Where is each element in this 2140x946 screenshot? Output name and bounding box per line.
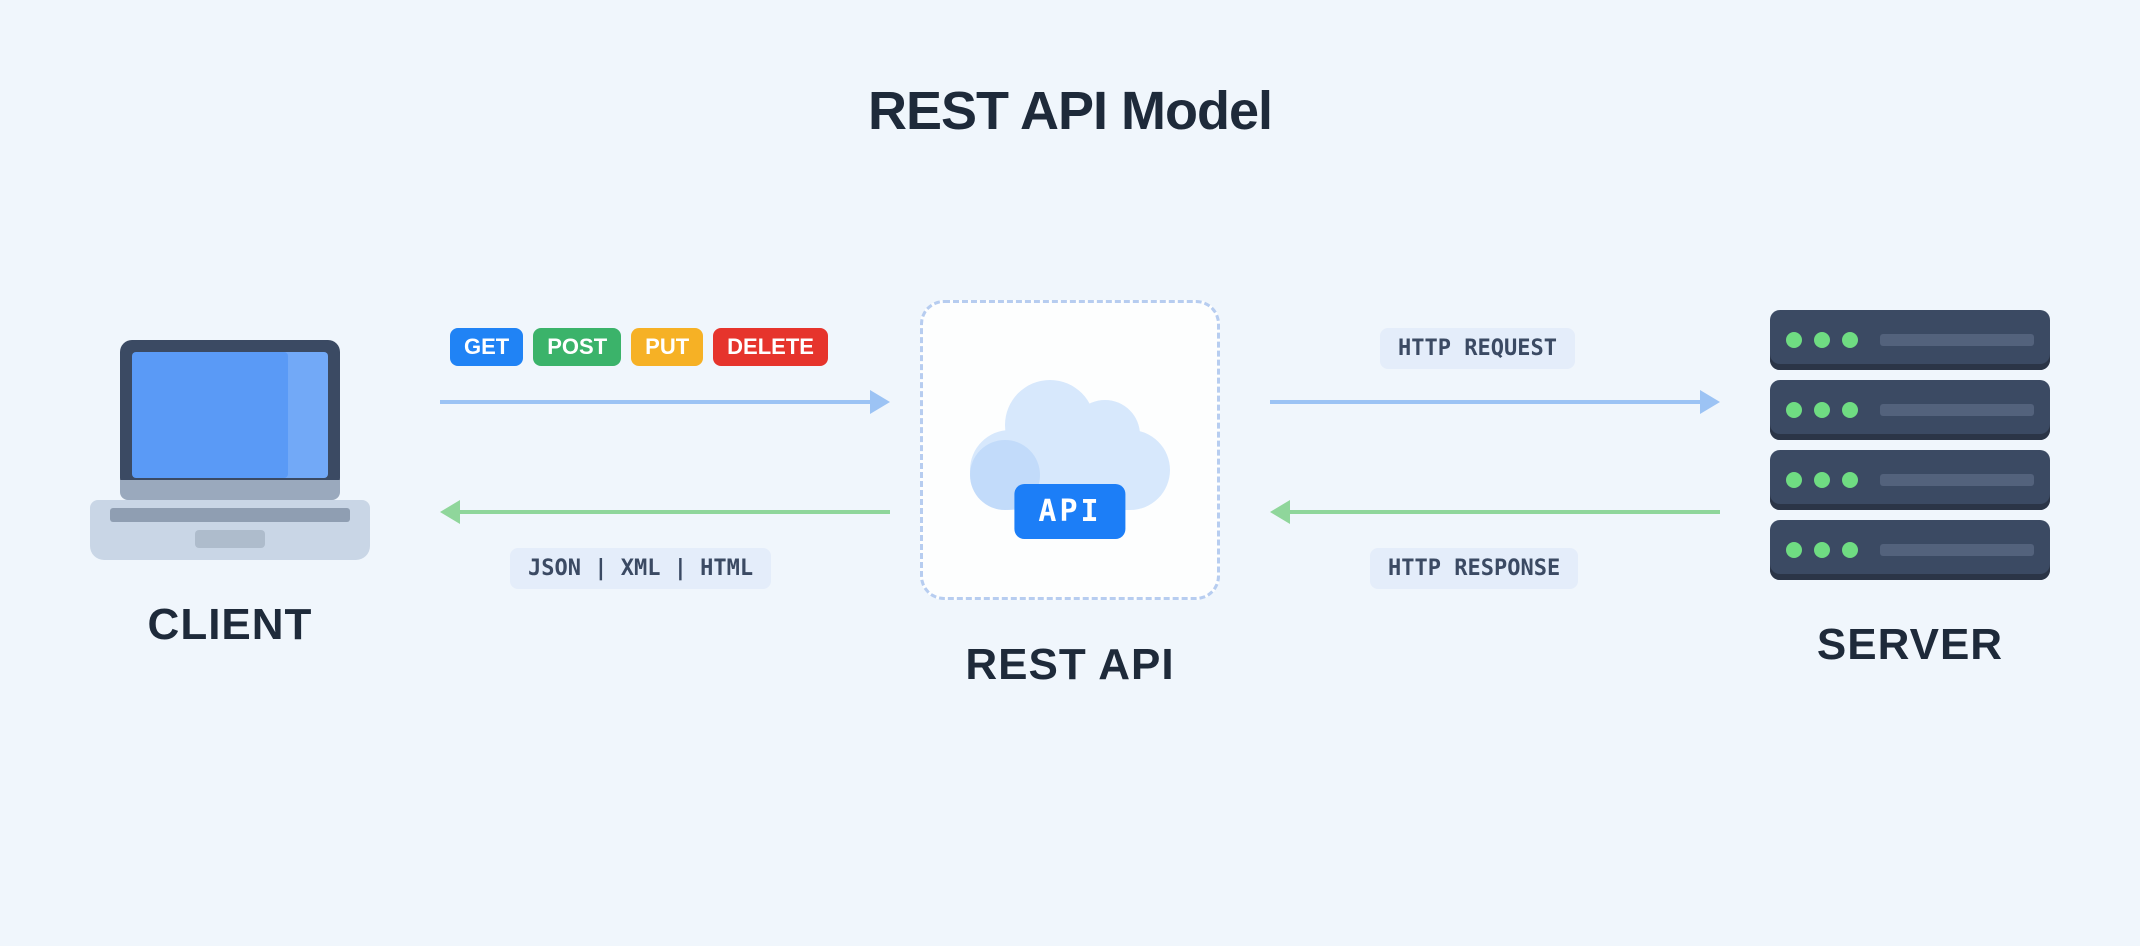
- laptop-icon: [90, 340, 370, 560]
- server-node: SERVER: [1750, 310, 2070, 670]
- method-put: PUT: [631, 328, 703, 366]
- method-get: GET: [450, 328, 523, 366]
- api-node: API REST API: [920, 300, 1220, 690]
- client-node: CLIENT: [70, 340, 390, 650]
- server-icon: [1770, 310, 2050, 580]
- arrow-api-to-client: [460, 510, 890, 514]
- arrow-api-to-server: [1270, 400, 1700, 404]
- client-label: CLIENT: [70, 600, 390, 650]
- http-response-chip: HTTP RESPONSE: [1370, 548, 1578, 589]
- arrow-client-to-api: [440, 400, 870, 404]
- api-label: REST API: [920, 640, 1220, 690]
- http-methods-row: GET POST PUT DELETE: [450, 328, 828, 366]
- diagram-title: REST API Model: [0, 80, 2140, 142]
- server-label: SERVER: [1750, 620, 2070, 670]
- api-box-icon: API: [920, 300, 1220, 600]
- http-request-chip: HTTP REQUEST: [1380, 328, 1575, 369]
- api-badge: API: [1014, 484, 1125, 539]
- arrow-server-to-api: [1290, 510, 1720, 514]
- response-formats-chip: JSON | XML | HTML: [510, 548, 771, 589]
- method-delete: DELETE: [713, 328, 828, 366]
- method-post: POST: [533, 328, 621, 366]
